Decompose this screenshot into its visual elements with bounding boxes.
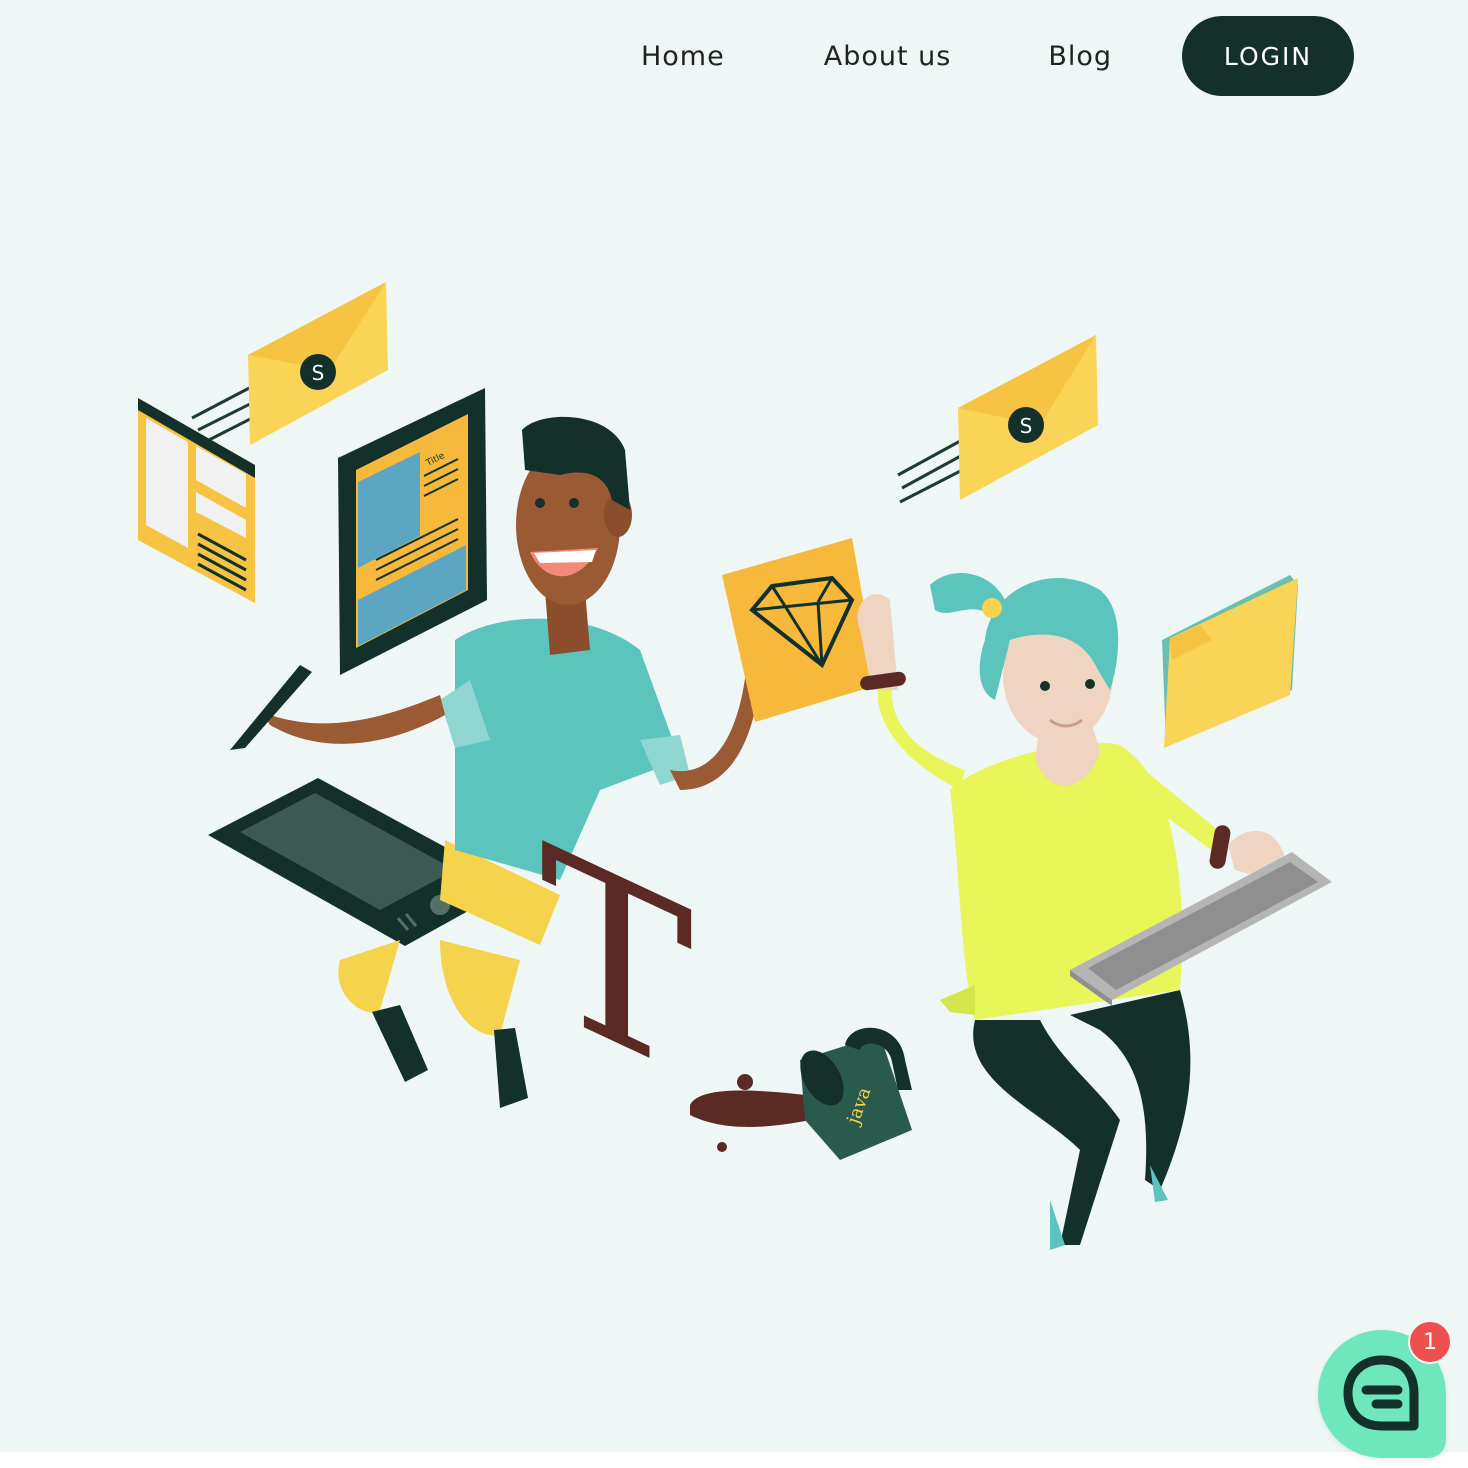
- chat-unread-badge: 1: [1408, 1320, 1452, 1364]
- envelope-symbol-right: S: [1020, 414, 1033, 438]
- tablet-icon: Title: [338, 388, 487, 675]
- envelope-symbol-left: S: [312, 361, 325, 385]
- hero-illustration: S Title S T java: [138, 282, 1332, 1250]
- folder-icon: [1162, 575, 1298, 748]
- envelope-icon-right: S: [897, 335, 1098, 504]
- coffee-mug-icon: java: [690, 1027, 912, 1160]
- webpage-layout-icon: [138, 398, 255, 603]
- type-letter-icon: T: [540, 794, 693, 1133]
- page-background: Home About us Blog LOGIN S Title S T jav…: [0, 0, 1468, 1458]
- envelope-icon-left: S: [191, 282, 388, 445]
